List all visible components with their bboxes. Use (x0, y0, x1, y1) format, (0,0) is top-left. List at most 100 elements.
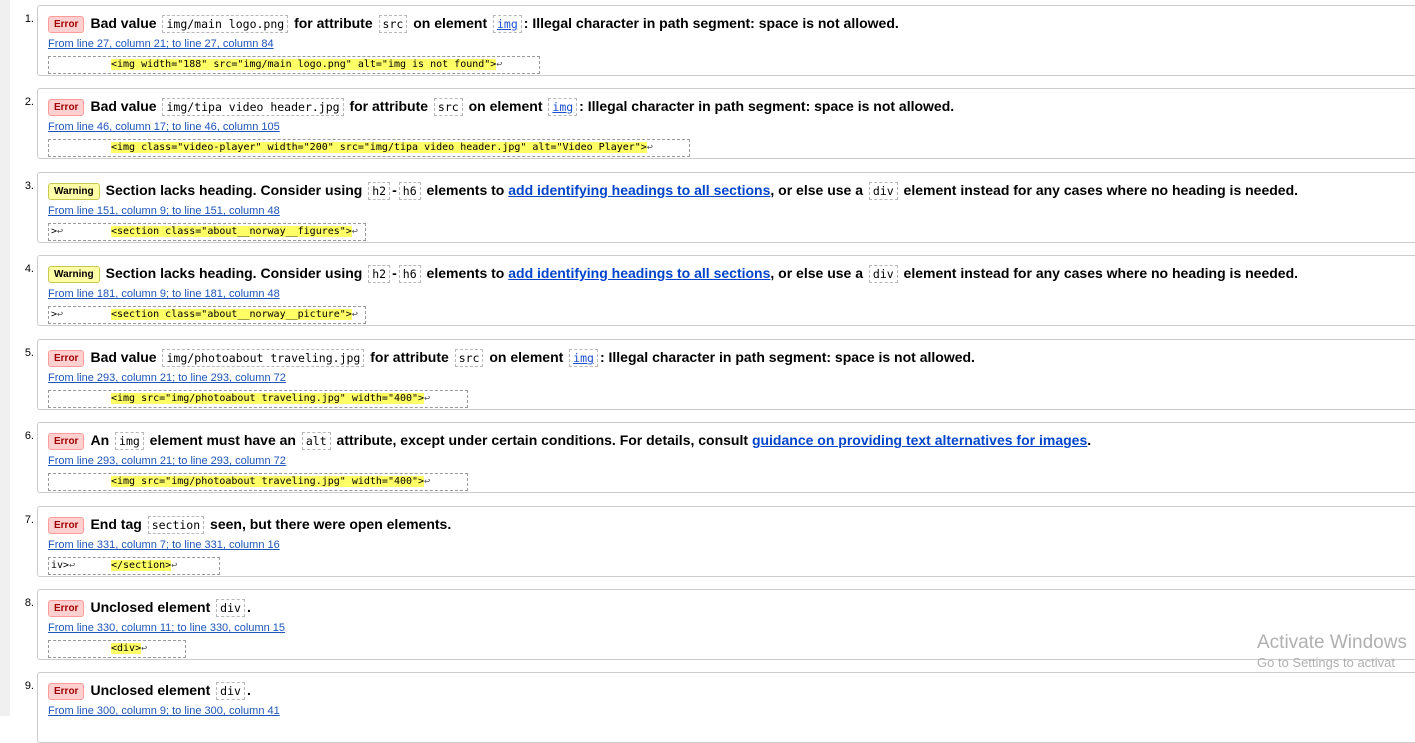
message-text: Error End tag section seen, but there wer… (48, 515, 451, 534)
error-badge: Error (48, 16, 85, 33)
inline-code: div (216, 599, 245, 617)
message-text-part: : Illegal character in path segment: spa… (599, 349, 975, 365)
spec-guidance-link[interactable]: add identifying headings to all sections (508, 182, 770, 198)
source-location-link[interactable]: From line 331, column 7; to line 331, co… (48, 539, 280, 551)
message-text-part: on element (409, 15, 491, 31)
left-margin-strip (0, 0, 10, 716)
inline-code: h2 (368, 265, 391, 283)
message-text-part: on element (464, 98, 547, 114)
message-text-part: - (392, 182, 397, 198)
line-break-icon: ↩ (424, 476, 431, 487)
inline-code: section (147, 516, 205, 534)
message-number: 1. (24, 13, 34, 25)
source-location-link[interactable]: From line 151, column 9; to line 151, co… (48, 205, 280, 217)
inline-code: div (216, 682, 245, 700)
message-text: Warning Section lacks heading. Consider u… (48, 181, 1298, 200)
message-text-part: Bad value (90, 15, 161, 31)
inline-code: div (868, 265, 898, 283)
message-text-part: for attribute (366, 349, 453, 365)
line-break-icon: ↩ (646, 142, 653, 153)
source-location-link[interactable]: From line 293, column 21; to line 293, c… (48, 455, 286, 467)
message-text: Warning Section lacks heading. Consider u… (48, 264, 1298, 283)
message-text-part: , or else use a (770, 265, 867, 281)
message-text-part: Unclosed element (90, 682, 215, 698)
source-extract: >↩ <section class="about__norway__figures… (48, 223, 366, 241)
line-break-icon: ↩ (57, 309, 64, 320)
highlighted-markup: <div> (111, 643, 142, 654)
spec-guidance-link[interactable]: guidance on providing text alternatives … (752, 432, 1087, 448)
message-text-part: element instead for any cases where no h… (899, 265, 1299, 281)
message-text-part: Unclosed element (90, 599, 215, 615)
element-link-code[interactable]: img (569, 349, 598, 367)
error-badge: Error (48, 433, 85, 450)
message-text: Error Bad value img/photoabout traveling.… (48, 348, 975, 367)
message-number: 7. (24, 514, 34, 526)
message-card: Error Unclosed element div. From line 300,… (37, 672, 1415, 743)
message-text-part: attribute, except under certain conditio… (332, 432, 752, 448)
message-text: Error Bad value img/tipa video header.jpg… (48, 97, 954, 116)
message-text-part: , or else use a (770, 182, 867, 198)
message-text-part: End tag (90, 516, 146, 532)
message-text: Error Unclosed element div. (48, 681, 251, 700)
source-location-link[interactable]: From line 293, column 21; to line 293, c… (48, 372, 286, 384)
highlighted-markup: <img src="img/photoabout traveling.jpg" … (111, 393, 425, 404)
watermark-title: Activate Windows (1257, 632, 1407, 653)
line-break-icon: ↩ (351, 226, 358, 237)
message-text-part: : Illegal character in path segment: spa… (579, 98, 955, 114)
error-badge: Error (48, 683, 85, 700)
inline-code: img/tipa video header.jpg (162, 98, 344, 116)
source-location-link[interactable]: From line 330, column 11; to line 330, c… (48, 622, 285, 634)
element-link-code[interactable]: img (493, 15, 522, 33)
message-card: Error Bad value img/tipa video header.jpg… (37, 88, 1415, 159)
inline-code: h6 (398, 182, 421, 200)
message-card: Warning Section lacks heading. Consider u… (37, 255, 1415, 326)
activate-windows-watermark: Activate Windows Go to Settings to activ… (1257, 632, 1407, 672)
message-text-part: element instead for any cases where no h… (899, 182, 1299, 198)
line-break-icon: ↩ (424, 393, 431, 404)
highlighted-markup: </section> (111, 560, 172, 571)
message-text-part: elements to (422, 182, 509, 198)
message-card: Warning Section lacks heading. Consider u… (37, 172, 1415, 243)
inline-code: img/main logo.png (162, 15, 289, 33)
warning-badge: Warning (48, 266, 100, 283)
line-break-icon: ↩ (496, 59, 503, 70)
source-extract: <img width="188" src="img/main logo.png"… (48, 56, 540, 74)
message-text-part: . (1087, 432, 1092, 448)
source-location-link[interactable]: From line 300, column 9; to line 300, co… (48, 705, 280, 717)
message-card: Error Bad value img/photoabout traveling.… (37, 339, 1415, 410)
inline-code: src (378, 15, 408, 33)
source-location-link[interactable]: From line 181, column 9; to line 181, co… (48, 288, 280, 300)
message-text-part: Section lacks heading. Consider using (105, 265, 367, 281)
message-text-part: elements to (422, 265, 509, 281)
message-card: Error Bad value img/main logo.png for att… (37, 5, 1415, 76)
source-extract: <img src="img/photoabout traveling.jpg" … (48, 473, 468, 491)
inline-code: h2 (368, 182, 391, 200)
source-extract: <img src="img/photoabout traveling.jpg" … (48, 390, 468, 408)
element-link-code[interactable]: img (548, 98, 578, 116)
line-break-icon: ↩ (57, 226, 64, 237)
line-break-icon: ↩ (171, 560, 178, 571)
message-text-part: for attribute (290, 15, 377, 31)
message-text-part: : Illegal character in path segment: spa… (523, 15, 899, 31)
message-text-part: Bad value (90, 98, 161, 114)
watermark-subtitle: Go to Settings to activat (1257, 655, 1396, 670)
message-number: 3. (24, 180, 34, 192)
message-text-part: seen, but there were open elements. (206, 516, 452, 532)
message-text-part: An (90, 432, 114, 448)
message-text-part: element must have an (145, 432, 300, 448)
source-location-link[interactable]: From line 27, column 21; to line 27, col… (48, 38, 274, 50)
source-location-link[interactable]: From line 46, column 17; to line 46, col… (48, 121, 280, 133)
source-extract: >↩ <section class="about__norway__picture… (48, 306, 366, 324)
message-text: Error An img element must have an alt att… (48, 431, 1091, 450)
message-card: Error An img element must have an alt att… (37, 422, 1415, 493)
message-number: 5. (24, 347, 34, 359)
source-extract: iv>↩ </section>↩ (48, 557, 220, 575)
message-number: 9. (24, 680, 34, 692)
spec-guidance-link[interactable]: add identifying headings to all sections (508, 265, 770, 281)
highlighted-markup: <section class="about__norway__picture"> (111, 309, 352, 320)
message-text-part: . (246, 599, 251, 615)
highlighted-markup: <img src="img/photoabout traveling.jpg" … (111, 476, 425, 487)
message-text-part: . (246, 682, 251, 698)
message-text-part: Section lacks heading. Consider using (105, 182, 367, 198)
line-break-icon: ↩ (351, 309, 358, 320)
